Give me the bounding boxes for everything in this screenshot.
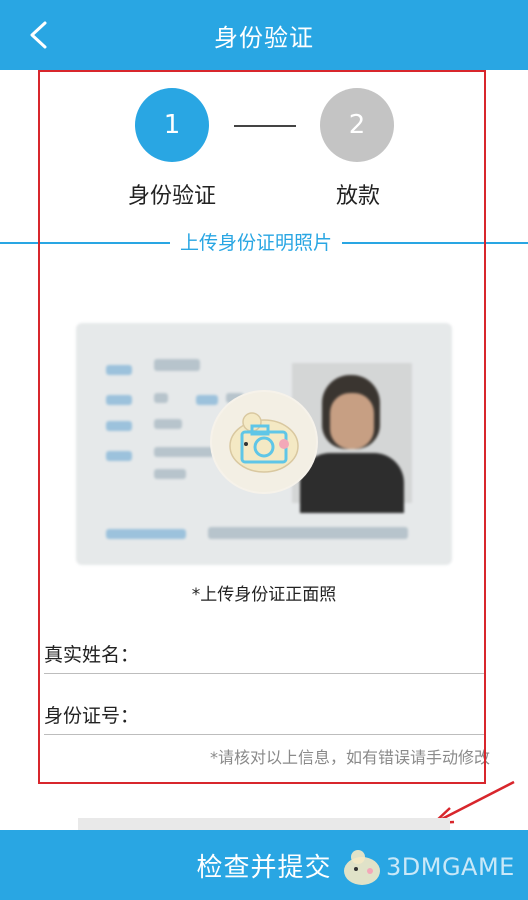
step-1-circle: 1 bbox=[135, 88, 209, 162]
page-title: 身份验证 bbox=[214, 23, 314, 52]
verify-hint: *请核对以上信息，如有错误请手动修改 bbox=[209, 748, 490, 767]
real-name-label: 真实姓名： bbox=[44, 643, 140, 666]
section-title: 上传身份证明照片 bbox=[170, 230, 343, 256]
camera-button[interactable] bbox=[212, 392, 316, 492]
app-header: 身份验证 bbox=[0, 0, 528, 70]
id-number-field: 身份证号： bbox=[44, 694, 484, 735]
camera-icon bbox=[229, 412, 299, 473]
submit-button[interactable]: 检查并提交 bbox=[0, 830, 528, 900]
step-1-label: 身份验证 bbox=[127, 184, 216, 209]
id-number-input[interactable] bbox=[145, 696, 484, 732]
step-2-circle: 2 bbox=[320, 88, 394, 162]
real-name-field: 真实姓名： bbox=[44, 633, 484, 674]
step-connector bbox=[234, 125, 296, 127]
upload-caption: *上传身份证正面照 bbox=[191, 585, 337, 605]
real-name-input[interactable] bbox=[145, 635, 484, 671]
id-number-label: 身份证号： bbox=[44, 704, 140, 727]
step-2-label: 放款 bbox=[335, 184, 380, 209]
